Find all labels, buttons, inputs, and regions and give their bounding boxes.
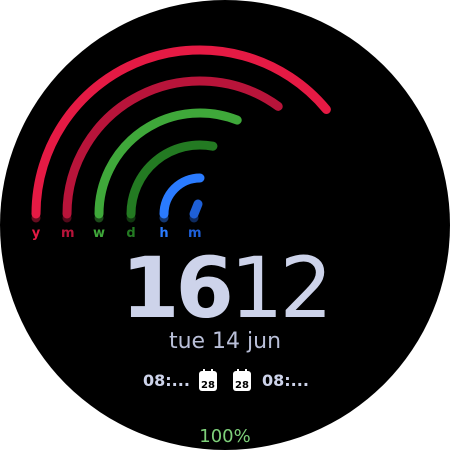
ring-label-0: y [31, 226, 41, 241]
time-hours: 16 [121, 239, 234, 337]
time-minutes: 12 [230, 239, 333, 337]
ring-base-dot-0 [31, 213, 41, 223]
calendar-icon-left[interactable]: 28 [199, 369, 217, 391]
date-display[interactable]: tue 14 jun [0, 329, 450, 354]
ring-arc-5[interactable] [189, 199, 203, 219]
ring-base-dot-1 [62, 213, 72, 223]
ring-base-dot-3 [126, 213, 136, 223]
event-right-time[interactable]: 08:... [262, 371, 309, 390]
time-display[interactable]: 1612 [0, 246, 450, 330]
calendar-icon-right[interactable]: 28 [233, 369, 251, 391]
event-left-time[interactable]: 08:... [143, 371, 190, 390]
watch-face: ymwdhm 1612 tue 14 jun 08:... 28 28 08:.… [0, 0, 450, 450]
ring-label-1: m [61, 226, 75, 241]
calendar-events: 08:... 28 28 08:... [0, 369, 450, 395]
ring-base-dot-4 [159, 213, 169, 223]
ring-base-dot-2 [94, 213, 104, 223]
ring-base-dot-5 [189, 213, 199, 223]
battery-percentage[interactable]: 100% [0, 426, 450, 447]
ring-label-2: w [93, 226, 106, 241]
ring-arc-0[interactable] [31, 45, 331, 219]
